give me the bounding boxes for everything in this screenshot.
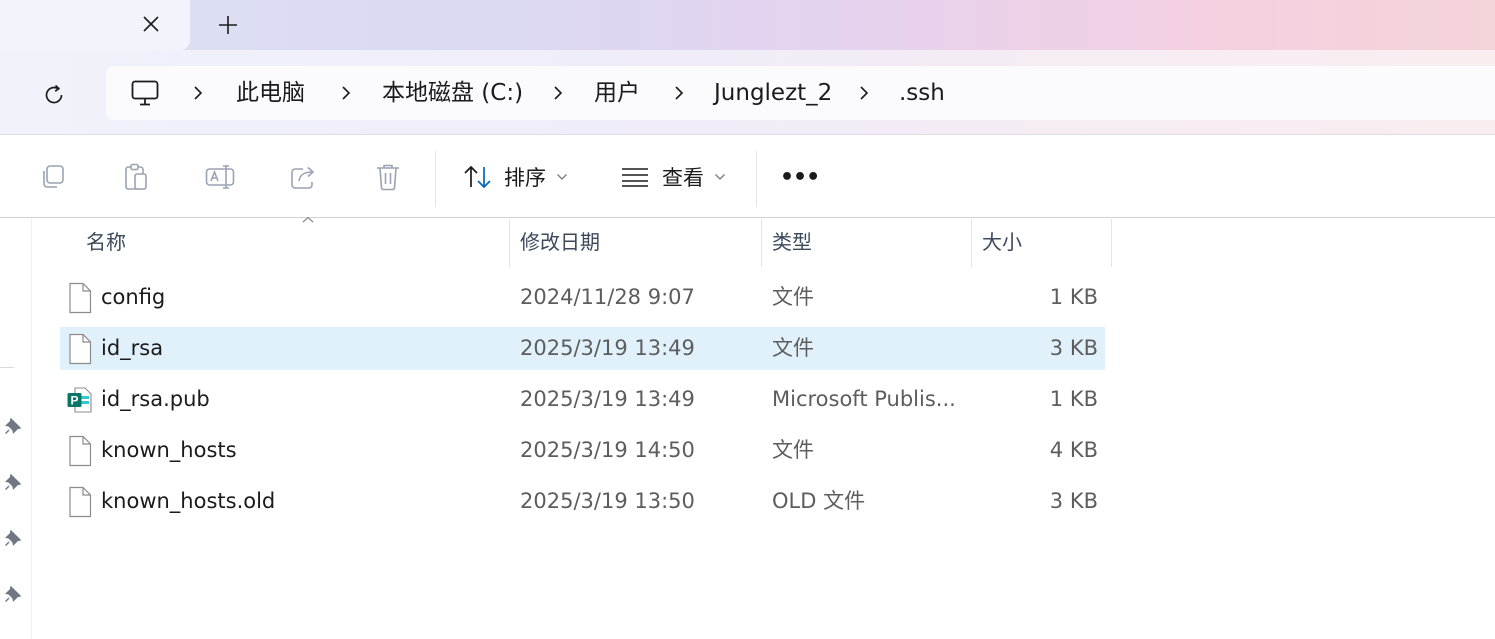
navigation-pane — [0, 219, 32, 639]
pin-icon[interactable] — [2, 583, 24, 605]
file-icon — [69, 435, 92, 467]
copy-icon[interactable] — [34, 159, 70, 195]
publisher-file-icon: P — [67, 387, 92, 413]
chevron-right-icon[interactable] — [548, 79, 568, 107]
view-button[interactable]: 查看 — [620, 154, 726, 200]
file-explorer-window: 此电脑 本地磁盘 (C:) 用户 Junglezt_2 .ssh 排序 查看 •… — [0, 0, 1495, 639]
pin-icon[interactable] — [2, 415, 24, 437]
rename-icon[interactable] — [202, 159, 238, 195]
divider — [0, 367, 14, 368]
file-icon — [69, 486, 92, 518]
pin-icon[interactable] — [2, 527, 24, 549]
address-bar[interactable]: 此电脑 本地磁盘 (C:) 用户 Junglezt_2 .ssh — [106, 66, 1495, 120]
chevron-down-icon — [715, 174, 725, 180]
breadcrumb-this-pc[interactable]: 此电脑 — [236, 78, 305, 108]
file-icon — [69, 333, 92, 365]
sort-label: 排序 — [504, 166, 546, 190]
view-icon — [622, 168, 648, 187]
this-pc-icon[interactable] — [130, 78, 160, 108]
file-row[interactable]: known_hosts.old 2025/3/19 13:50 OLD 文件 3… — [60, 480, 1105, 523]
more-icon: ••• — [780, 164, 820, 190]
file-size: 3 KB — [1049, 336, 1098, 360]
file-row[interactable]: config 2024/11/28 9:07 文件 1 KB — [60, 276, 1105, 319]
file-name: id_rsa — [101, 336, 164, 360]
file-name: known_hosts — [101, 438, 237, 462]
sort-icon — [464, 165, 491, 189]
column-header-date[interactable]: 修改日期 — [508, 219, 762, 267]
file-modified-date: 2024/11/28 9:07 — [520, 285, 695, 309]
file-name: known_hosts.old — [101, 489, 276, 513]
toolbar-divider — [756, 151, 757, 207]
file-modified-date: 2025/3/19 13:49 — [520, 387, 695, 411]
file-row[interactable]: P id_rsa.pub 2025/3/19 13:49 Microsoft P… — [60, 378, 1105, 421]
refresh-icon[interactable] — [32, 73, 76, 117]
column-header-size[interactable]: 大小 — [970, 219, 1112, 267]
file-icon — [69, 282, 92, 314]
column-header-name[interactable]: 名称 — [74, 216, 510, 267]
file-modified-date: 2025/3/19 14:50 — [520, 438, 695, 462]
toolbar-divider — [435, 151, 436, 207]
file-type: 文件 — [772, 336, 814, 360]
column-header-type[interactable]: 类型 — [760, 219, 972, 267]
file-type: Microsoft Publis... — [772, 387, 956, 411]
svg-text:P: P — [70, 394, 78, 408]
file-row-selected[interactable]: id_rsa 2025/3/19 13:49 文件 3 KB — [60, 327, 1105, 370]
column-header-row: 名称 修改日期 类型 大小 — [60, 216, 1112, 267]
view-label: 查看 — [662, 166, 704, 190]
command-bar: 排序 查看 ••• — [0, 136, 1495, 218]
breadcrumb-local-disk[interactable]: 本地磁盘 (C:) — [382, 78, 523, 108]
share-icon[interactable] — [286, 159, 322, 195]
chevron-right-icon[interactable] — [854, 79, 874, 107]
file-name: id_rsa.pub — [101, 387, 210, 411]
breadcrumb-users[interactable]: 用户 — [594, 78, 640, 108]
close-icon[interactable] — [133, 6, 169, 42]
file-size: 1 KB — [1049, 387, 1098, 411]
chevron-right-icon[interactable] — [669, 79, 689, 107]
pin-icon[interactable] — [2, 471, 24, 493]
chevron-right-icon[interactable] — [336, 79, 356, 107]
chevron-up-icon — [302, 216, 314, 223]
chevron-right-icon[interactable] — [188, 79, 208, 107]
file-size: 3 KB — [1049, 489, 1098, 513]
plus-icon[interactable] — [209, 6, 247, 44]
file-name: config — [101, 285, 166, 309]
chevron-down-icon — [557, 174, 567, 180]
sort-button[interactable]: 排序 — [462, 154, 568, 200]
breadcrumb-user-folder[interactable]: Junglezt_2 — [714, 78, 832, 108]
breadcrumb-ssh[interactable]: .ssh — [899, 78, 945, 108]
more-options-button[interactable]: ••• — [780, 154, 820, 200]
paste-icon[interactable] — [118, 159, 154, 195]
file-modified-date: 2025/3/19 13:50 — [520, 489, 695, 513]
file-type: 文件 — [772, 438, 814, 462]
file-modified-date: 2025/3/19 13:49 — [520, 336, 695, 360]
file-size: 1 KB — [1049, 285, 1098, 309]
delete-icon[interactable] — [370, 159, 406, 195]
active-tab[interactable] — [0, 0, 190, 50]
file-size: 4 KB — [1049, 438, 1098, 462]
file-row[interactable]: known_hosts 2025/3/19 14:50 文件 4 KB — [60, 429, 1105, 472]
file-type: 文件 — [772, 285, 814, 309]
file-type: OLD 文件 — [772, 489, 866, 513]
